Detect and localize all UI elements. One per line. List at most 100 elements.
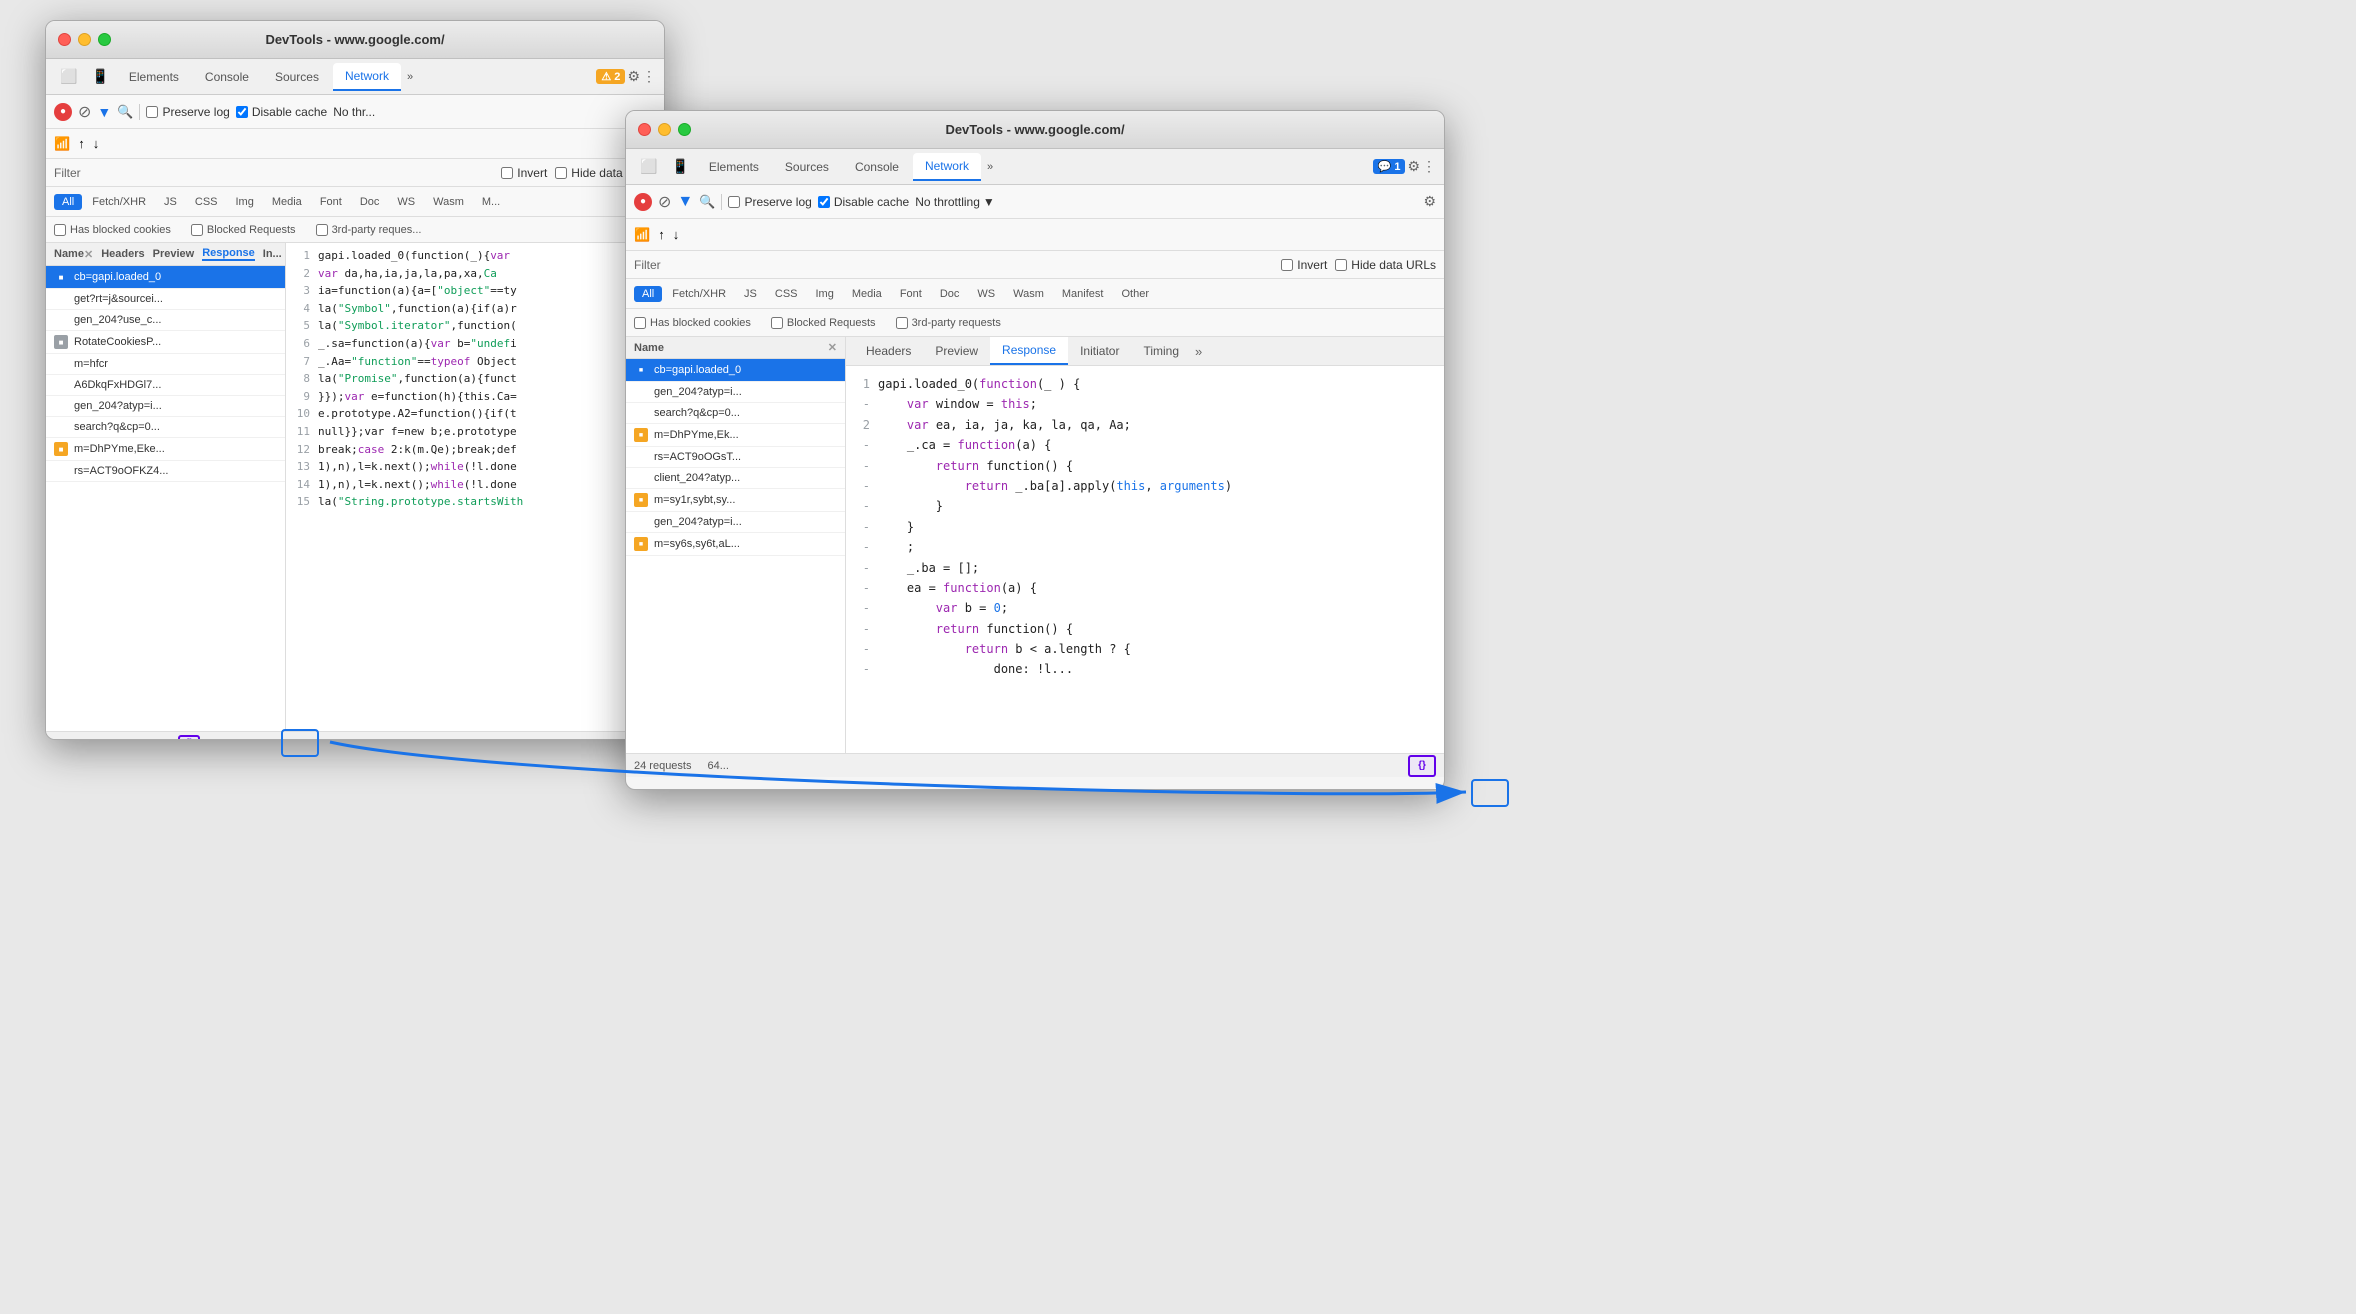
tab-sources-2[interactable]: Sources xyxy=(773,154,841,180)
filter-all-1[interactable]: All xyxy=(54,194,82,210)
close-col-2[interactable]: ✕ xyxy=(828,341,837,354)
filter-css-1[interactable]: CSS xyxy=(187,194,226,210)
filter-xhr-1[interactable]: Fetch/XHR xyxy=(84,194,154,210)
request-item-1-8[interactable]: search?q&cp=0... xyxy=(46,417,285,438)
blocked-requests-input-1[interactable] xyxy=(191,224,203,236)
upload-icon-2[interactable]: ↑ xyxy=(658,227,665,242)
headers-col-1[interactable]: Headers xyxy=(101,248,144,260)
disable-cache-checkbox-1[interactable]: Disable cache xyxy=(236,105,327,119)
third-party-1[interactable]: 3rd-party reques... xyxy=(316,224,422,236)
record-button-2[interactable]: ● xyxy=(634,193,652,211)
network-settings-icon-2[interactable]: ⚙ xyxy=(1423,193,1436,210)
tab-timing-2[interactable]: Timing xyxy=(1131,338,1191,364)
more-response-tabs-2[interactable]: » xyxy=(1191,338,1206,365)
tab-elements-1[interactable]: Elements xyxy=(117,64,191,90)
filter-other-2[interactable]: Other xyxy=(1113,286,1157,302)
request-item-2-9[interactable]: ■ m=sy6s,sy6t,aL... xyxy=(626,533,845,556)
close-button-2[interactable] xyxy=(638,123,651,136)
clear-button-1[interactable]: ⊘ xyxy=(78,102,91,122)
preserve-log-input-1[interactable] xyxy=(146,106,158,118)
blocked-requests-1[interactable]: Blocked Requests xyxy=(191,224,296,236)
filter-xhr-2[interactable]: Fetch/XHR xyxy=(664,286,734,302)
request-item-2-4[interactable]: ■ m=DhPYme,Ek... xyxy=(626,424,845,447)
filter-all-2[interactable]: All xyxy=(634,286,662,302)
request-item-1-6[interactable]: A6DkqFxHDGl7... xyxy=(46,375,285,396)
invert-input-2[interactable] xyxy=(1281,259,1293,271)
request-item-2-7[interactable]: ■ m=sy1r,sybt,sy... xyxy=(626,489,845,512)
filter-media-2[interactable]: Media xyxy=(844,286,890,302)
download-icon-1[interactable]: ↓ xyxy=(93,136,100,151)
tab-console-1[interactable]: Console xyxy=(193,64,261,90)
search-icon-1[interactable]: 🔍 xyxy=(117,104,133,120)
tab-preview-2[interactable]: Preview xyxy=(923,338,990,364)
request-item-1-1[interactable]: ■ cb=gapi.loaded_0 xyxy=(46,266,285,289)
blocked-cookies-input-1[interactable] xyxy=(54,224,66,236)
disable-cache-input-2[interactable] xyxy=(818,196,830,208)
maximize-button-2[interactable] xyxy=(678,123,691,136)
filter-manifest-2[interactable]: Manifest xyxy=(1054,286,1112,302)
third-party-input-2[interactable] xyxy=(896,317,908,329)
preview-col-1[interactable]: Preview xyxy=(153,248,195,260)
request-item-2-3[interactable]: search?q&cp=0... xyxy=(626,403,845,424)
blocked-cookies-1[interactable]: Has blocked cookies xyxy=(54,224,171,236)
disable-cache-checkbox-2[interactable]: Disable cache xyxy=(818,195,909,209)
wifi-icon-2[interactable]: 📶 xyxy=(634,227,650,243)
request-item-1-2[interactable]: get?rt=j&sourcei... xyxy=(46,289,285,310)
more-tabs-1[interactable]: » xyxy=(403,67,417,87)
inspector-icon[interactable]: ⬜ xyxy=(54,64,83,89)
filter-icon-1[interactable]: ▼ xyxy=(97,104,111,120)
filter-img-1[interactable]: Img xyxy=(228,194,262,210)
search-icon-2[interactable]: 🔍 xyxy=(699,194,715,210)
request-item-1-4[interactable]: ■ RotateCookiesP... xyxy=(46,331,285,354)
hide-urls-checkbox-2[interactable]: Hide data URLs xyxy=(1335,258,1436,272)
request-item-2-2[interactable]: gen_204?atyp=i... xyxy=(626,382,845,403)
throttle-dropdown-2[interactable]: No throttling ▼ xyxy=(915,195,995,209)
preserve-log-checkbox-2[interactable]: Preserve log xyxy=(728,195,811,209)
tab-response-2[interactable]: Response xyxy=(990,337,1068,365)
device-icon-2[interactable]: 📱 xyxy=(665,154,694,179)
hide-urls-input-1[interactable] xyxy=(555,167,567,179)
filter-more-1[interactable]: M... xyxy=(474,194,508,210)
tab-headers-2[interactable]: Headers xyxy=(854,338,923,364)
tab-sources-1[interactable]: Sources xyxy=(263,64,331,90)
filter-font-1[interactable]: Font xyxy=(312,194,350,210)
filter-doc-2[interactable]: Doc xyxy=(932,286,968,302)
pretty-print-btn-1[interactable]: {} xyxy=(178,735,200,740)
invert-input-1[interactable] xyxy=(501,167,513,179)
more-tabs-2[interactable]: » xyxy=(983,157,997,177)
third-party-input-1[interactable] xyxy=(316,224,328,236)
request-item-1-9[interactable]: ■ m=DhPYme,Eke... xyxy=(46,438,285,461)
preserve-log-checkbox-1[interactable]: Preserve log xyxy=(146,105,229,119)
inspector-icon-2[interactable]: ⬜ xyxy=(634,154,663,179)
hide-urls-input-2[interactable] xyxy=(1335,259,1347,271)
blocked-cookies-input-2[interactable] xyxy=(634,317,646,329)
filter-img-2[interactable]: Img xyxy=(808,286,842,302)
response-col-1[interactable]: Response xyxy=(202,247,255,261)
filter-media-1[interactable]: Media xyxy=(264,194,310,210)
close-button-1[interactable] xyxy=(58,33,71,46)
maximize-button-1[interactable] xyxy=(98,33,111,46)
filter-icon-2[interactable]: ▼ xyxy=(677,193,693,211)
minimize-button-1[interactable] xyxy=(78,33,91,46)
disable-cache-input-1[interactable] xyxy=(236,106,248,118)
tab-initiator-2[interactable]: Initiator xyxy=(1068,338,1131,364)
upload-icon-1[interactable]: ↑ xyxy=(78,136,85,151)
invert-checkbox-1[interactable]: Invert xyxy=(501,166,547,180)
request-item-1-7[interactable]: gen_204?atyp=i... xyxy=(46,396,285,417)
wifi-icon-1[interactable]: 📶 xyxy=(54,136,70,152)
request-item-1-10[interactable]: rs=ACT9oOFKZ4... xyxy=(46,461,285,482)
settings-icon-1[interactable]: ⚙ xyxy=(627,68,640,85)
filter-ws-2[interactable]: WS xyxy=(969,286,1003,302)
settings-icon-2[interactable]: ⚙ xyxy=(1407,158,1420,175)
preserve-log-input-2[interactable] xyxy=(728,196,740,208)
filter-font-2[interactable]: Font xyxy=(892,286,930,302)
tab-network-1[interactable]: Network xyxy=(333,63,401,91)
invert-checkbox-2[interactable]: Invert xyxy=(1281,258,1327,272)
request-item-2-5[interactable]: rs=ACT9oOGsT... xyxy=(626,447,845,468)
in-col-1[interactable]: In... xyxy=(263,248,282,260)
more-icon-2[interactable]: ⋮ xyxy=(1422,158,1436,175)
pretty-print-btn-2[interactable]: {} xyxy=(1408,755,1436,777)
third-party-2[interactable]: 3rd-party requests xyxy=(896,317,1001,329)
request-item-2-6[interactable]: client_204?atyp... xyxy=(626,468,845,489)
device-icon[interactable]: 📱 xyxy=(85,64,114,89)
